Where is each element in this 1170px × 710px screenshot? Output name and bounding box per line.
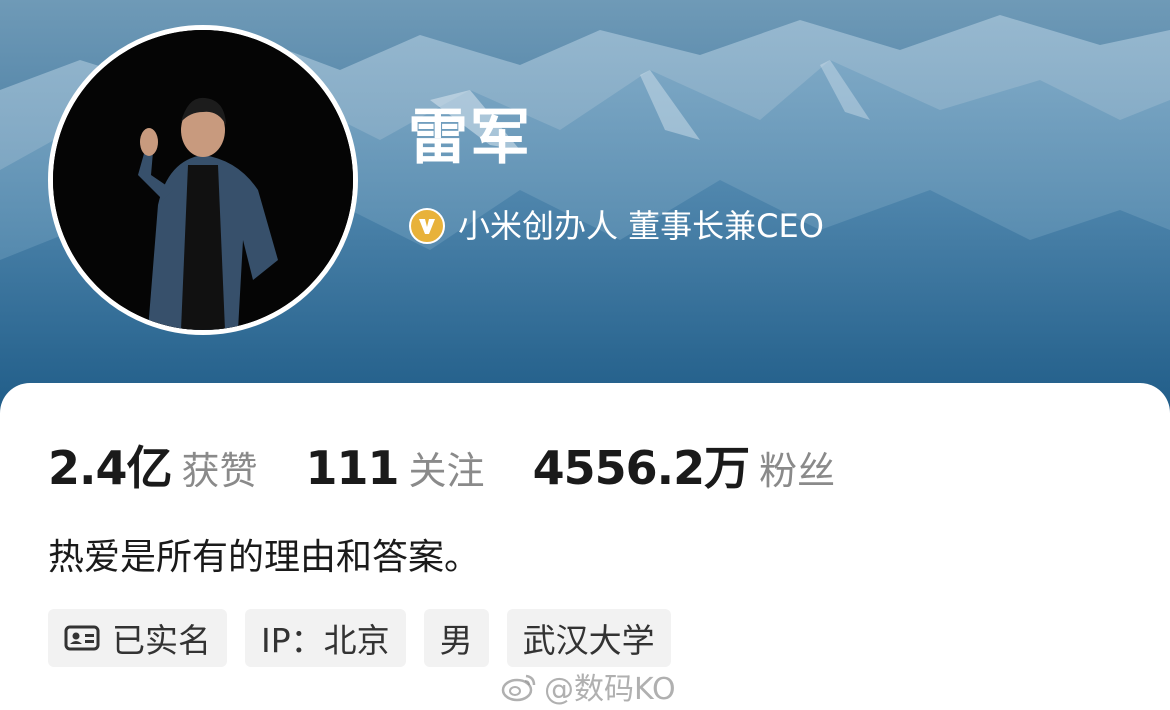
id-card-icon [64,624,100,652]
stat-followers-value: 4556.2万 [532,441,751,495]
watermark: @数码KO [500,664,676,708]
stat-following-value: 111 [305,441,400,495]
weibo-icon [500,670,538,702]
verified-badge-icon [408,207,446,245]
tag-school[interactable]: 武汉大学 [506,609,671,667]
tag-ip-location[interactable]: IP：北京 [245,609,406,667]
stat-followers[interactable]: 4556.2万 粉丝 [533,432,836,498]
stat-likes-value: 2.4亿 [48,441,172,495]
avatar-photo [53,30,353,330]
verified-row: 小米创办人 董事长兼CEO [408,206,824,246]
stat-following-label: 关注 [408,449,485,493]
stat-followers-label: 粉丝 [759,449,836,493]
stat-likes[interactable]: 2.4亿 获赞 [48,432,258,498]
tag-real-name[interactable]: 已实名 [48,609,227,667]
tag-real-name-label: 已实名 [112,621,211,660]
tag-ip-location-label: IP：北京 [261,621,390,660]
tag-school-label: 武汉大学 [522,621,655,660]
stat-likes-label: 获赞 [181,449,258,493]
profile-bio: 热爱是所有的理由和答案。 [48,537,481,578]
avatar[interactable] [48,25,358,335]
stat-following[interactable]: 111 关注 [306,440,485,495]
profile-tags: 已实名 IP：北京 男 武汉大学 [48,609,671,667]
verified-title: 小米创办人 董事长兼CEO [458,207,824,245]
tag-gender-label: 男 [439,621,473,660]
stats-row: 2.4亿 获赞 111 关注 4556.2万 粉丝 [48,432,835,498]
profile-page: 雷军 小米创办人 董事长兼CEO 2.4亿 获赞 111 关注 4556.2万 … [0,0,1170,710]
profile-name: 雷军 [408,103,532,173]
watermark-text: @数码KO [544,672,676,707]
tag-gender[interactable]: 男 [423,609,489,667]
